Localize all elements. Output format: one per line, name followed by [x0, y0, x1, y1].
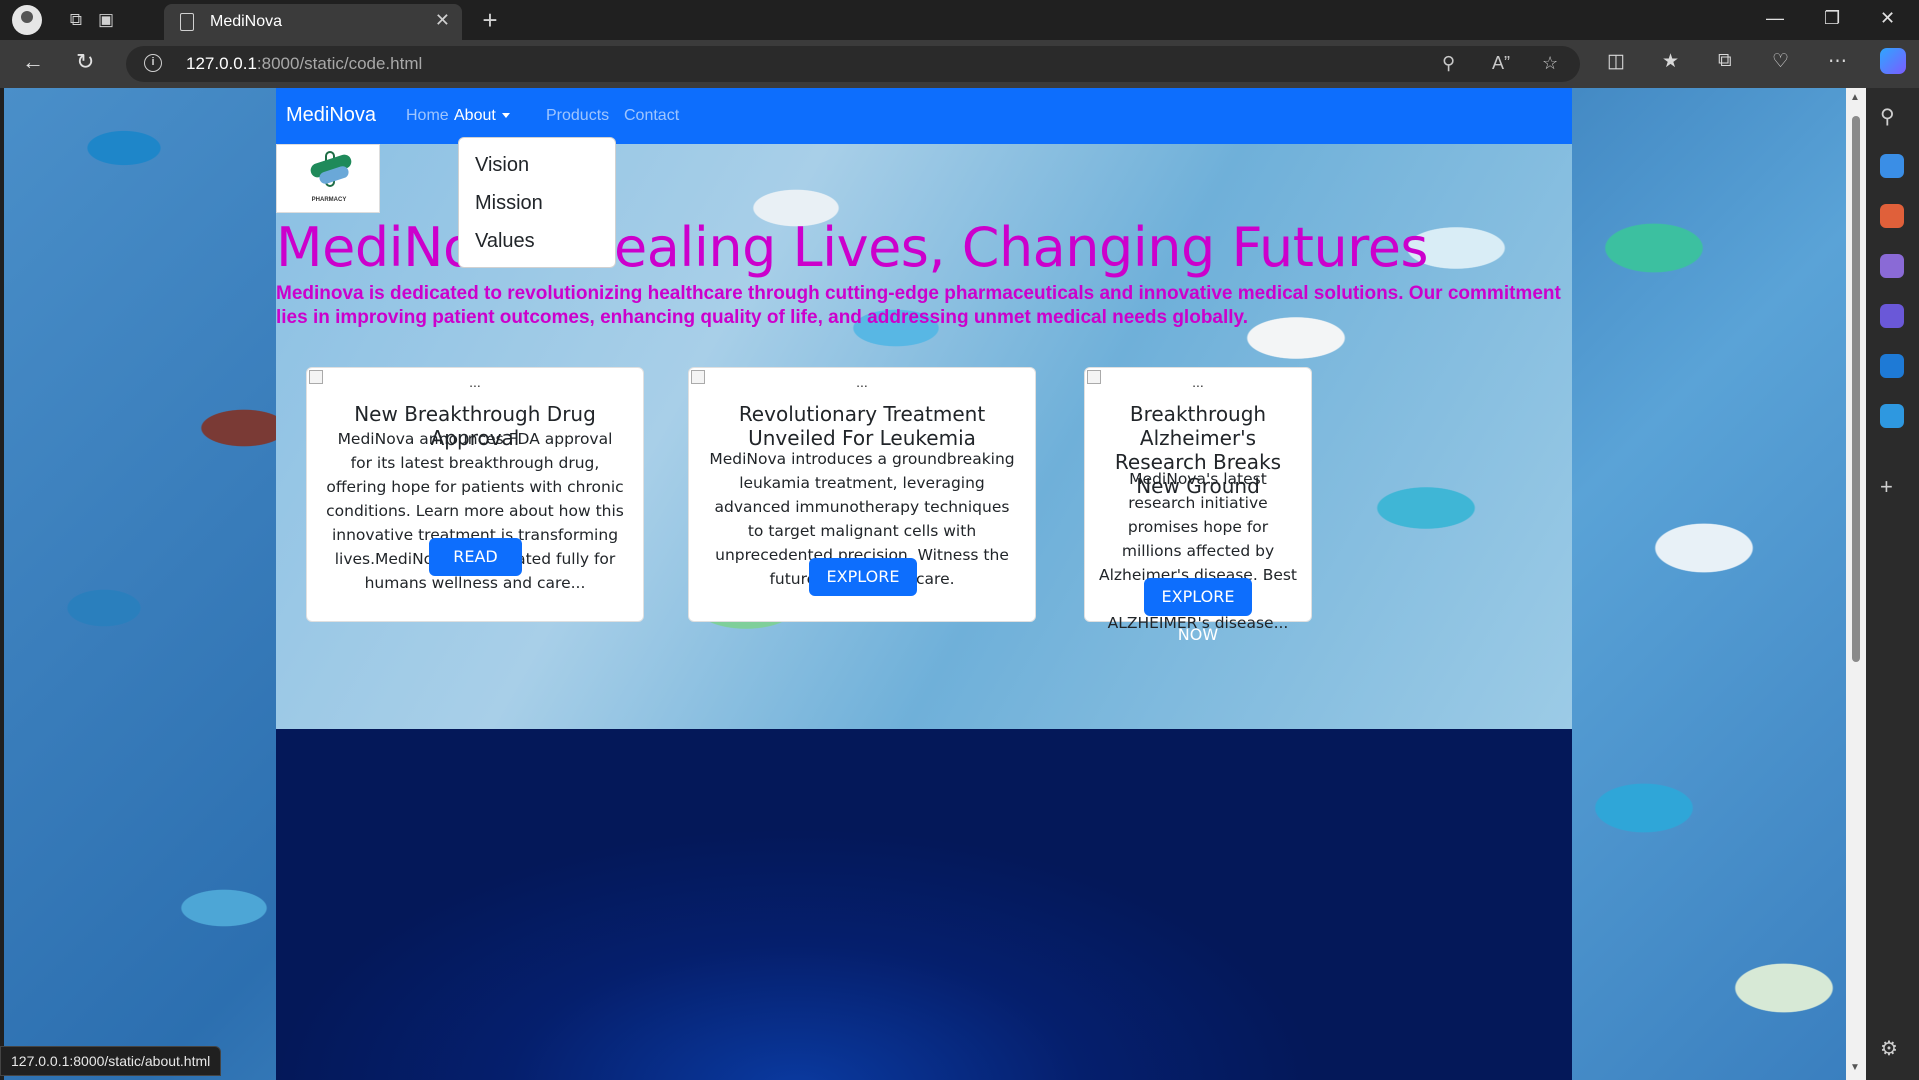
nav-contact[interactable]: Contact	[624, 107, 679, 125]
read-more-button[interactable]: READ MORE	[429, 538, 522, 604]
close-icon[interactable]: ✕	[435, 10, 450, 31]
logo-text: PHARMACY	[311, 197, 347, 203]
restore-icon[interactable]: ❐	[1824, 8, 1840, 29]
dropdown-item-mission[interactable]: Mission	[459, 186, 615, 224]
page-scrollbar[interactable]: ▲ ▼	[1846, 88, 1866, 1080]
news-card: ... Breakthrough Alzheimer's Research Br…	[1084, 367, 1312, 644]
plus-icon[interactable]: +	[476, 5, 504, 35]
shopping-tag-icon[interactable]	[1880, 154, 1904, 178]
news-card: ... New Breakthrough Drug Approval MediN…	[306, 367, 644, 622]
workspaces-icon[interactable]: ⧉	[62, 6, 90, 34]
hero-section: MediNova Home About Products Contact Vis…	[276, 88, 1572, 729]
refresh-icon[interactable]: ↻	[76, 49, 94, 75]
pharmacy-logo: PHARMACY	[276, 144, 380, 213]
zoom-icon[interactable]: ⚲	[1442, 53, 1455, 74]
dropdown-item-vision[interactable]: Vision	[459, 148, 615, 186]
split-screen-icon[interactable]: ◫	[1607, 50, 1625, 73]
chevron-down-icon	[501, 113, 510, 119]
explore-now-button[interactable]: EXPLORE NOW	[809, 558, 917, 624]
status-url: 127.0.0.1:8000/static/about.html	[0, 1046, 222, 1076]
nav-about[interactable]: About	[454, 107, 510, 125]
address-toolbar: ← ↻ i 127.0.0.1:8000/static/code.html ⚲ …	[0, 40, 1919, 88]
about-dropdown-menu: Vision Mission Values	[458, 137, 616, 268]
read-aloud-icon[interactable]: A”	[1492, 53, 1510, 74]
scroll-up-icon[interactable]: ▲	[1850, 92, 1860, 103]
browser-essentials-icon[interactable]: ♡	[1772, 50, 1789, 73]
address-bar[interactable]: i 127.0.0.1:8000/static/code.html ⚲ A” ☆	[126, 46, 1580, 82]
games-icon[interactable]	[1880, 254, 1904, 278]
tab-actions-icon[interactable]: ▣	[92, 6, 120, 34]
page-viewport: MediNova Home About Products Contact Vis…	[4, 88, 1846, 1080]
edge-sidebar: ⚲ + ⚙	[1866, 88, 1919, 1080]
site-navbar: MediNova Home About Products Contact	[276, 88, 1572, 144]
tools-icon[interactable]	[1880, 204, 1904, 228]
navbar-brand[interactable]: MediNova	[286, 104, 376, 127]
card-image: ...	[307, 368, 643, 390]
plus-icon[interactable]: +	[1880, 474, 1904, 499]
document-icon	[180, 13, 194, 31]
browser-tab-bar: ⧉ ▣ MediNova ✕ + — ❐ ✕	[0, 0, 1919, 40]
minimize-icon[interactable]: —	[1766, 8, 1784, 29]
copilot-sidebar-icon[interactable]	[1880, 304, 1904, 328]
card-image: ...	[689, 368, 1035, 390]
browser-tab[interactable]: MediNova ✕	[164, 4, 462, 40]
outlook-icon[interactable]	[1880, 354, 1904, 378]
favorite-star-icon[interactable]: ☆	[1542, 53, 1558, 74]
url-text[interactable]: 127.0.0.1:8000/static/code.html	[186, 54, 422, 74]
nav-home[interactable]: Home	[406, 107, 449, 125]
scroll-thumb[interactable]	[1852, 116, 1860, 662]
site-container: MediNova Home About Products Contact Vis…	[276, 88, 1572, 1080]
dropdown-item-values[interactable]: Values	[459, 224, 615, 262]
favorites-icon[interactable]: ★	[1662, 50, 1679, 73]
collections-icon[interactable]: ⧉	[1718, 50, 1732, 72]
info-icon[interactable]: i	[144, 54, 162, 72]
tab-title: MediNova	[210, 13, 283, 30]
copilot-icon[interactable]	[1880, 48, 1906, 74]
explore-now-button[interactable]: EXPLORE NOW	[1144, 578, 1252, 644]
more-icon[interactable]: ⋯	[1828, 50, 1847, 73]
dark-section	[276, 729, 1572, 1080]
search-icon[interactable]: ⚲	[1880, 104, 1904, 128]
news-card: ... Revolutionary Treatment Unveiled For…	[688, 367, 1036, 624]
gear-icon[interactable]: ⚙	[1880, 1036, 1904, 1060]
nav-products[interactable]: Products	[546, 107, 609, 125]
page-tagline: Medinova is dedicated to revolutionizing…	[276, 283, 1561, 328]
back-icon[interactable]: ←	[22, 49, 44, 75]
page-headline: MediNova: Healing Lives, Changing Future…	[276, 216, 1429, 279]
send-icon[interactable]	[1880, 404, 1904, 428]
card-image: ...	[1085, 368, 1311, 390]
window-close-icon[interactable]: ✕	[1880, 8, 1895, 29]
scroll-down-icon[interactable]: ▼	[1850, 1062, 1860, 1073]
card-title: Revolutionary Treatment Unveiled For Leu…	[738, 402, 986, 450]
profile-icon[interactable]	[12, 5, 42, 35]
